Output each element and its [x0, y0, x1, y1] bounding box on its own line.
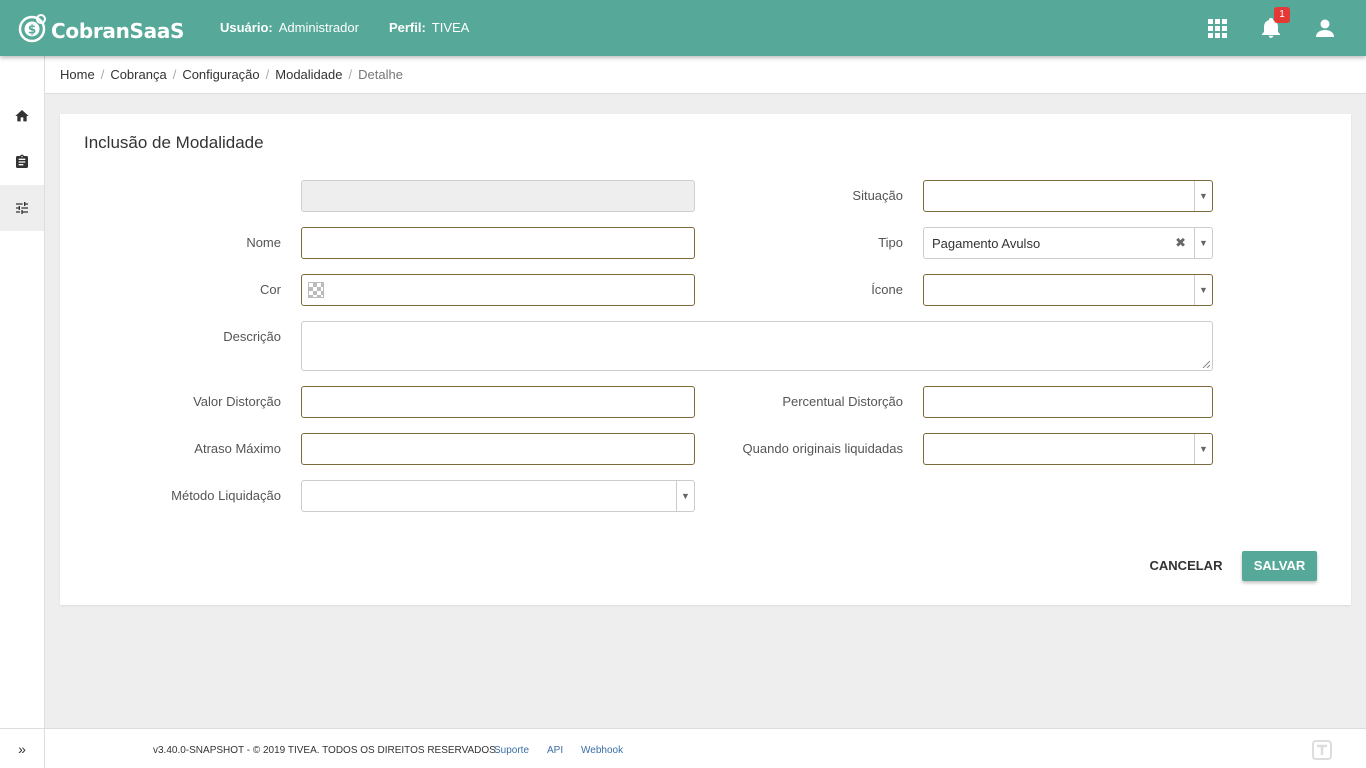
breadcrumb-configuracao[interactable]: Configuração	[182, 67, 259, 82]
version-text: v3.40.0-SNAPSHOT - © 2019 TIVEA. TODOS O…	[153, 745, 499, 756]
breadcrumb-detalhe: Detalhe	[358, 67, 403, 82]
tipo-select[interactable]: Pagamento Avulso ✖ ▼	[923, 227, 1213, 259]
metodo-liquidacao-label: Método Liquidação	[171, 488, 281, 503]
cor-label: Cor	[260, 282, 281, 297]
tipo-value: Pagamento Avulso	[932, 235, 1041, 251]
user-value: Administrador	[278, 20, 359, 35]
breadcrumb-separator: /	[172, 67, 177, 82]
dropdown-arrow-icon: ▼	[1194, 181, 1212, 211]
nome-input[interactable]	[301, 227, 695, 259]
breadcrumb: Home / Cobrança / Configuração / Modalid…	[45, 56, 1366, 94]
top-bar: $ CobranSaaS Usuário: Administrador Perf…	[0, 0, 1366, 56]
user-label: Usuário:	[220, 20, 273, 35]
nome-label: Nome	[246, 235, 281, 250]
profile-label: Perfil:	[388, 20, 426, 35]
sidebar-item-clipboard[interactable]	[0, 139, 44, 185]
situacao-select[interactable]: ▼	[923, 180, 1213, 212]
company-mark-icon	[1312, 740, 1332, 760]
app-logo[interactable]: $ CobranSaaS	[18, 11, 184, 45]
sliders-icon	[16, 202, 28, 214]
breadcrumb-separator: /	[100, 67, 105, 82]
quando-originais-label: Quando originais liquidadas	[742, 441, 903, 456]
page-title: Inclusão de Modalidade	[84, 133, 264, 152]
api-link[interactable]: API	[547, 745, 563, 756]
sidebar-item-settings[interactable]	[0, 185, 44, 231]
tipo-label: Tipo	[878, 235, 903, 250]
percentual-distorcao-label: Percentual Distorção	[782, 394, 903, 409]
percentual-distorcao-input[interactable]	[923, 386, 1213, 418]
dropdown-arrow-icon: ▼	[676, 481, 694, 511]
dropdown-arrow-icon: ▼	[1194, 434, 1212, 464]
breadcrumb-modalidade[interactable]: Modalidade	[275, 67, 342, 82]
id-field	[301, 180, 695, 212]
atraso-maximo-label: Atraso Máximo	[194, 441, 281, 456]
breadcrumb-separator: /	[348, 67, 353, 82]
webhook-link[interactable]: Webhook	[581, 745, 623, 756]
cancel-button[interactable]: CANCELAR	[1142, 551, 1230, 581]
descricao-textarea[interactable]	[301, 321, 1213, 371]
clipboard-icon	[16, 154, 28, 168]
notification-badge: 1	[1274, 7, 1290, 23]
breadcrumb-cobranca[interactable]: Cobrança	[110, 67, 166, 82]
user-icon[interactable]	[1313, 16, 1337, 40]
situacao-label: Situação	[852, 188, 903, 203]
sidebar-expand-button[interactable]: »	[0, 728, 44, 768]
svg-text:$: $	[28, 23, 36, 37]
color-picker-input[interactable]	[301, 274, 695, 306]
profile-value: TIVEA	[431, 20, 470, 35]
save-button[interactable]: SALVAR	[1242, 551, 1317, 581]
app-name: CobranSaaS	[51, 19, 185, 43]
descricao-label: Descrição	[223, 329, 281, 344]
transparent-swatch-icon[interactable]	[308, 282, 324, 298]
icone-select[interactable]: ▼	[923, 274, 1213, 306]
dropdown-arrow-icon: ▼	[1194, 275, 1212, 305]
breadcrumb-home[interactable]: Home	[60, 67, 95, 82]
double-chevron-right-icon: »	[18, 740, 26, 757]
support-link[interactable]: Suporte	[494, 745, 529, 756]
sidebar: »	[0, 56, 45, 768]
home-icon	[15, 110, 29, 122]
resize-handle-icon[interactable]	[1202, 360, 1210, 368]
dollar-coin-icon: $	[18, 14, 46, 43]
apps-grid-icon[interactable]	[1205, 16, 1229, 40]
quando-originais-select[interactable]: ▼	[923, 433, 1213, 465]
metodo-liquidacao-select[interactable]: ▼	[301, 480, 695, 512]
atraso-maximo-input[interactable]	[301, 433, 695, 465]
valor-distorcao-label: Valor Distorção	[193, 394, 281, 409]
sidebar-item-home[interactable]	[0, 93, 44, 139]
icone-label: Ícone	[871, 282, 903, 297]
footer: v3.40.0-SNAPSHOT - © 2019 TIVEA. TODOS O…	[45, 728, 1366, 768]
user-info: Usuário: Administrador Perfil: TIVEA	[220, 20, 499, 35]
breadcrumb-separator: /	[265, 67, 270, 82]
dropdown-arrow-icon: ▼	[1194, 228, 1212, 258]
valor-distorcao-input[interactable]	[301, 386, 695, 418]
form-card: Inclusão de Modalidade Id Situação ▼ Nom…	[60, 114, 1351, 605]
clear-icon[interactable]: ✖	[1175, 235, 1186, 251]
